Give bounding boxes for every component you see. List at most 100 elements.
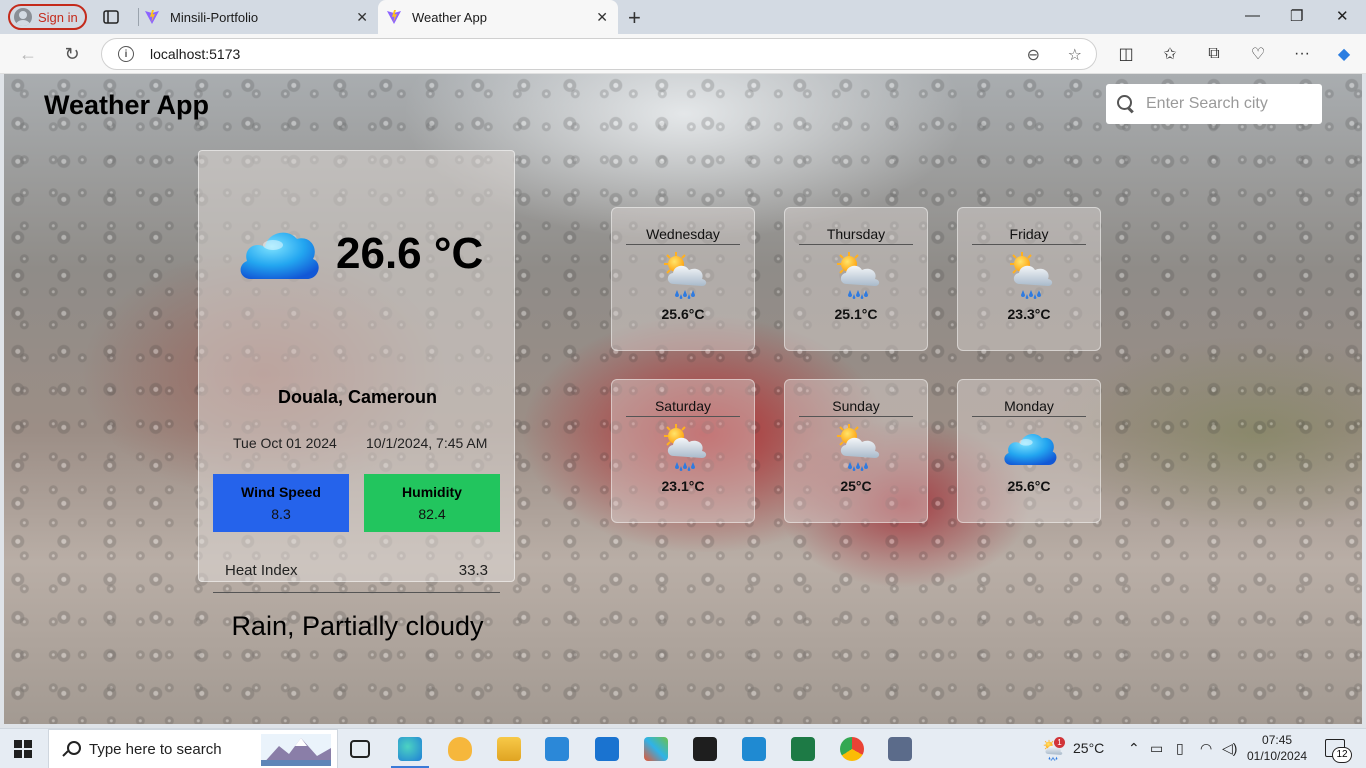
search-highlight-icon [261,734,331,766]
vite-logo-icon [386,9,402,25]
device-icon[interactable]: ▯ [1176,740,1184,757]
remote-desktop-icon[interactable] [888,737,912,761]
forecast-temp: 25.6°C [1007,478,1051,494]
browser-essentials-icon[interactable]: ♡ [1247,44,1269,64]
forecast-day: Wednesday [626,226,740,245]
humidity-box: Humidity 82.4 [364,474,500,532]
task-view-icon[interactable] [350,740,370,758]
forecast-card: Thursday 25.1°C [784,207,928,351]
forecast-card: Saturday 23.1°C [611,379,755,523]
sign-in-button[interactable]: Sign in [8,4,87,30]
weather-app-page: Weather App 26.6 °C Douala, Cameroun Tue… [4,74,1362,724]
chrome-icon[interactable] [840,737,864,761]
url-field[interactable]: i localhost:5173 ⊖ ☆ [101,38,1097,70]
copilot-icon[interactable]: ◆ [1333,44,1355,64]
tab-title: Minsili-Portfolio [170,9,259,25]
heat-index-label: Heat Index [225,562,298,579]
taskbar-search[interactable]: Type here to search [48,729,338,768]
tab-portfolio[interactable]: Minsili-Portfolio ✕ [138,0,378,34]
forecast-temp: 25.6°C [661,306,705,322]
humidity-label: Humidity [402,484,462,500]
wind-speed-value: 8.3 [271,506,291,522]
reload-icon[interactable]: ↻ [60,42,84,66]
close-window-icon[interactable]: ✕ [1336,7,1349,25]
start-button[interactable] [14,740,32,758]
search-icon[interactable] [1116,94,1136,114]
wind-speed-label: Wind Speed [241,484,321,500]
more-options-icon[interactable]: ··· [1291,44,1313,64]
forecast-day: Thursday [799,226,913,245]
battery-icon[interactable]: ▭ [1150,740,1163,757]
edge-icon[interactable] [398,737,422,761]
sun-rain-cloud-icon [660,422,710,472]
new-tab-icon[interactable]: + [628,5,641,31]
forecast-day: Monday [972,398,1086,417]
wind-speed-box: Wind Speed 8.3 [213,474,349,532]
windows-taskbar: Type here to search 1 25°C ⌃ ▭ ▯ ◠ ◁) 07… [0,728,1366,768]
tab-actions-icon[interactable] [100,7,122,27]
browser-tab-bar: Sign in Minsili-Portfolio ✕ Weather App … [0,0,1366,34]
volume-icon[interactable]: ◁) [1222,740,1237,757]
sun-rain-cloud-icon [1006,250,1056,300]
forecast-temp: 25.1°C [834,306,878,322]
figma-icon[interactable] [693,737,717,761]
favorites-icon[interactable]: ✩ [1159,44,1181,64]
weather-temperature[interactable]: 25°C [1073,740,1104,756]
weather-condition: Rain, Partially cloudy [231,611,484,641]
forecast-temp: 25°C [840,478,872,494]
city-search-input[interactable] [1146,95,1316,113]
current-weather-card: 26.6 °C Douala, Cameroun Tue Oct 01 2024… [198,150,515,641]
notification-count: 12 [1332,747,1352,763]
system-clock[interactable]: 07:45 01/10/2024 [1247,732,1307,764]
file-explorer-icon[interactable] [497,737,521,761]
forecast-card: Friday 23.3°C [957,207,1101,351]
zoom-out-icon[interactable]: ⊖ [1027,45,1040,65]
cyberduck-icon[interactable] [448,737,472,761]
humidity-value: 82.4 [418,506,446,522]
minimize-icon[interactable]: — [1245,7,1260,24]
favorite-star-icon[interactable]: ☆ [1068,45,1082,65]
restore-icon[interactable]: ❐ [1290,7,1303,25]
sign-in-label: Sign in [38,9,78,25]
clock-date: 01/10/2024 [1247,749,1308,763]
search-icon [63,741,81,757]
forecast-day: Sunday [799,398,913,417]
address-bar: ← ↻ i localhost:5173 ⊖ ☆ ◫ ✩ ⧉ ♡ ··· ◆ [0,34,1366,74]
chevron-up-icon[interactable]: ⌃ [1128,740,1140,757]
split-screen-icon[interactable]: ◫ [1115,44,1137,64]
current-temperature: 26.6 °C [336,229,484,278]
profile-icon [14,8,32,26]
clock-time: 07:45 [1262,733,1293,747]
heat-index-value: 33.3 [458,562,488,579]
sun-rain-cloud-icon [833,422,883,472]
url-text: localhost:5173 [150,46,241,62]
city-search-box[interactable] [1106,84,1322,124]
collections-icon[interactable]: ⧉ [1203,44,1225,64]
close-tab-icon[interactable]: ✕ [356,9,368,26]
mail-icon[interactable] [595,737,619,761]
current-date: Tue Oct 01 2024 [233,435,337,451]
site-info-icon[interactable]: i [118,46,134,62]
divider [213,592,500,593]
sun-rain-cloud-icon [660,250,710,300]
forecast-card: Sunday 25°C [784,379,928,523]
cloud-icon [1002,426,1058,472]
forecast-temp: 23.3°C [1007,306,1051,322]
taskbar-search-placeholder: Type here to search [89,740,222,758]
back-icon[interactable]: ← [16,42,40,66]
git-client-icon[interactable] [644,737,668,761]
weather-alert-badge: 1 [1054,737,1065,748]
tab-weather-app[interactable]: Weather App ✕ [378,0,618,34]
app-title: Weather App [44,90,210,120]
forecast-card: Monday 25.6°C [957,379,1101,523]
close-tab-icon[interactable]: ✕ [596,9,608,26]
wifi-icon[interactable]: ◠ [1200,740,1212,757]
microsoft-store-icon[interactable] [545,737,569,761]
forecast-card: Wednesday 25.6°C [611,207,755,351]
forecast-day: Friday [972,226,1086,245]
sun-rain-cloud-icon [833,250,883,300]
cloud-icon [237,221,321,289]
vscode-icon[interactable] [742,737,766,761]
excel-icon[interactable] [791,737,815,761]
location-name: Douala, Cameroun [277,387,438,407]
